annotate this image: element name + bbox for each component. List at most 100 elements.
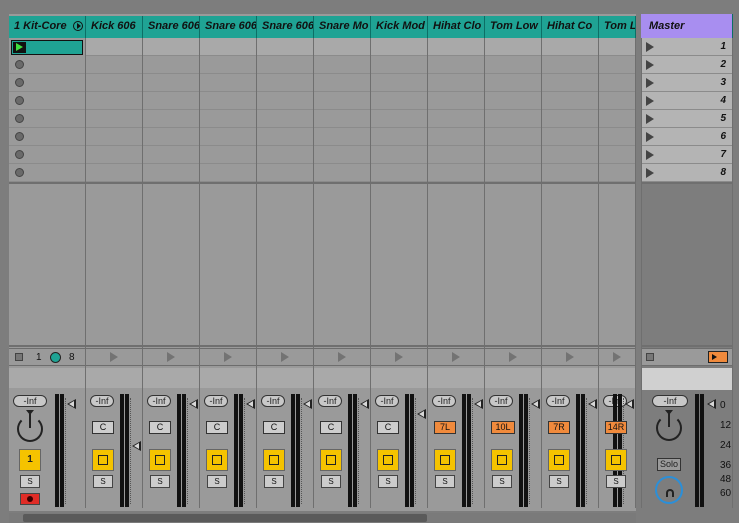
volume-field[interactable]: -Inf <box>318 395 342 407</box>
clip-slot[interactable] <box>143 56 199 74</box>
volume-field[interactable]: -Inf <box>204 395 228 407</box>
track-header[interactable]: Snare 606 <box>257 16 314 38</box>
clip-slot[interactable] <box>542 164 598 182</box>
clip-slot[interactable] <box>200 164 256 182</box>
clip-slot[interactable] <box>314 146 370 164</box>
clip-slot[interactable] <box>86 110 142 128</box>
clip-slot[interactable] <box>86 128 142 146</box>
clip-slot[interactable] <box>9 164 85 182</box>
clip-slot[interactable] <box>257 92 313 110</box>
clip-slot[interactable] <box>314 164 370 182</box>
stop-clip-icon[interactable] <box>451 352 460 362</box>
clip-slot[interactable] <box>143 128 199 146</box>
clip-slot[interactable] <box>599 56 635 74</box>
scene-play-icon[interactable] <box>646 42 654 52</box>
clip-slot[interactable] <box>86 38 142 56</box>
scene-play-icon[interactable] <box>646 150 654 160</box>
clip-slot[interactable] <box>599 110 635 128</box>
stop-clip-icon[interactable] <box>280 352 289 362</box>
clip-slot[interactable] <box>257 74 313 92</box>
clip-slot[interactable] <box>599 146 635 164</box>
clip-slot[interactable] <box>485 38 541 56</box>
track-header[interactable]: Kick Mod <box>371 16 428 38</box>
clip-slot[interactable] <box>428 146 484 164</box>
clip-slot[interactable] <box>371 74 427 92</box>
clip-slot[interactable] <box>428 74 484 92</box>
stop-clip-icon[interactable] <box>612 352 621 362</box>
track-header[interactable]: Kick 606 <box>86 16 143 38</box>
clip-slot[interactable] <box>200 128 256 146</box>
clip-slot[interactable] <box>542 92 598 110</box>
clip-slot[interactable] <box>599 164 635 182</box>
track-header[interactable]: Snare 606 <box>200 16 257 38</box>
track-activator[interactable] <box>434 449 456 471</box>
horizontal-scrollbar[interactable] <box>9 513 636 523</box>
master-volume-field[interactable]: -Inf <box>652 395 688 407</box>
clip-slot[interactable] <box>485 92 541 110</box>
clip-slot[interactable] <box>200 92 256 110</box>
stop-clip-icon[interactable] <box>565 352 574 362</box>
scene-launch[interactable]: 6 <box>642 128 732 146</box>
volume-fader-icon[interactable] <box>67 399 76 409</box>
solo-button[interactable]: S <box>150 475 170 488</box>
volume-fader-icon[interactable] <box>588 399 597 409</box>
volume-fader-icon[interactable] <box>132 441 141 451</box>
solo-button[interactable]: S <box>435 475 455 488</box>
clip-slot[interactable] <box>371 146 427 164</box>
volume-fader-icon[interactable] <box>531 399 540 409</box>
track-header[interactable]: Hihat Co <box>542 16 599 38</box>
clip-slot[interactable] <box>9 146 85 164</box>
pan-field[interactable]: C <box>377 421 399 434</box>
volume-fader-icon[interactable] <box>246 399 255 409</box>
arm-button[interactable] <box>20 493 40 505</box>
volume-field[interactable]: -Inf <box>261 395 285 407</box>
clip-slot[interactable] <box>599 92 635 110</box>
track-activator[interactable] <box>377 449 399 471</box>
clip-slot[interactable] <box>542 146 598 164</box>
clip-slot[interactable] <box>542 128 598 146</box>
track-activator[interactable] <box>206 449 228 471</box>
clip-slot[interactable] <box>9 74 85 92</box>
scene-launch[interactable]: 2 <box>642 56 732 74</box>
clip-slot[interactable] <box>200 56 256 74</box>
track-header[interactable]: Tom Low <box>485 16 542 38</box>
solo-button[interactable]: S <box>378 475 398 488</box>
solo-button[interactable]: S <box>264 475 284 488</box>
solo-button[interactable]: S <box>321 475 341 488</box>
stop-clip-icon[interactable] <box>166 352 175 362</box>
pan-field[interactable]: 10L <box>491 421 515 434</box>
track-activator[interactable]: 1 <box>19 449 41 471</box>
pan-field[interactable]: C <box>263 421 285 434</box>
stop-all-clips-icon[interactable] <box>646 353 654 361</box>
track-header[interactable]: Tom L <box>599 16 636 38</box>
track-activator[interactable] <box>263 449 285 471</box>
clip-slot[interactable] <box>200 38 256 56</box>
clip-slot[interactable] <box>86 92 142 110</box>
clip-slot[interactable] <box>9 92 85 110</box>
clip-slot[interactable] <box>11 40 83 55</box>
stop-all-icon[interactable] <box>15 353 23 361</box>
scene-launch[interactable]: 5 <box>642 110 732 128</box>
master-header[interactable]: Master <box>641 14 733 38</box>
scene-play-icon[interactable] <box>646 132 654 142</box>
cue-volume-knob[interactable] <box>656 413 682 441</box>
solo-button[interactable]: S <box>549 475 569 488</box>
solo-button[interactable]: S <box>207 475 227 488</box>
track-activator[interactable] <box>149 449 171 471</box>
scene-play-icon[interactable] <box>646 78 654 88</box>
pan-field[interactable]: C <box>320 421 342 434</box>
clip-slot[interactable] <box>428 110 484 128</box>
clip-slot[interactable] <box>485 56 541 74</box>
clip-slot[interactable] <box>314 38 370 56</box>
solo-button[interactable]: S <box>20 475 40 488</box>
clip-slot[interactable] <box>143 146 199 164</box>
clip-slot[interactable] <box>257 128 313 146</box>
clip-slot[interactable] <box>542 74 598 92</box>
stop-clip-icon[interactable] <box>508 352 517 362</box>
clip-slot[interactable] <box>428 128 484 146</box>
clip-slot[interactable] <box>485 164 541 182</box>
scene-launch[interactable]: 4 <box>642 92 732 110</box>
clip-slot[interactable] <box>143 92 199 110</box>
clip-slot[interactable] <box>371 164 427 182</box>
clip-slot[interactable] <box>143 164 199 182</box>
